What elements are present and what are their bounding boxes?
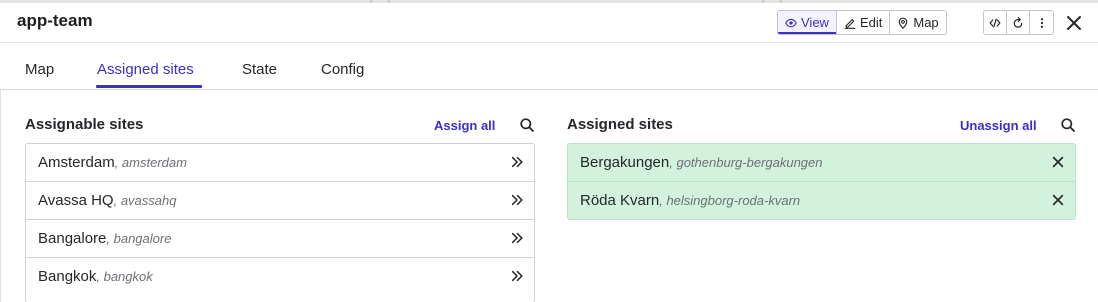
page-title: app-team xyxy=(17,11,93,30)
tab-assigned-sites[interactable]: Assigned sites xyxy=(97,61,194,78)
site-name: Bangkok xyxy=(38,268,97,285)
chevron-double-right-icon[interactable] xyxy=(510,231,524,245)
list-item[interactable]: Bangalore, bangalore xyxy=(26,220,534,258)
refresh-button[interactable] xyxy=(1007,11,1030,34)
site-slug: , avassahq xyxy=(113,193,177,208)
site-name: Avassa HQ xyxy=(38,192,114,209)
site-slug: , bangalore xyxy=(106,231,172,246)
list-item[interactable]: Avassa HQ, avassahq xyxy=(26,182,534,220)
toolbar-icon-group xyxy=(983,10,1054,35)
unassign-all-button[interactable]: Unassign all xyxy=(960,118,1037,133)
map-button[interactable]: Map xyxy=(890,11,946,34)
site-name: Bangalore xyxy=(38,230,107,247)
remove-icon[interactable] xyxy=(1051,193,1065,207)
assign-all-button[interactable]: Assign all xyxy=(434,118,495,133)
chevron-double-right-icon[interactable] xyxy=(510,193,524,207)
pencil-icon xyxy=(844,18,856,29)
assigned-sites-list: Bergakungen, gothenburg-bergakungen Röda… xyxy=(567,143,1076,220)
search-icon[interactable] xyxy=(1060,117,1076,133)
more-options-button[interactable] xyxy=(1030,11,1053,34)
map-button-label: Map xyxy=(913,15,939,30)
site-slug: , bangkok xyxy=(96,269,153,284)
more-vertical-icon xyxy=(1040,17,1043,28)
chevron-double-right-icon[interactable] xyxy=(510,269,524,283)
site-name: Amsterdam xyxy=(38,154,115,171)
assigned-sites-title: Assigned sites xyxy=(567,116,673,133)
edit-button[interactable]: Edit xyxy=(836,11,891,34)
tab-config[interactable]: Config xyxy=(321,61,364,78)
assignable-sites-list: Amsterdam, amsterdam Avassa HQ, avassahq… xyxy=(25,143,535,302)
list-item[interactable]: Amsterdam, amsterdam xyxy=(26,144,534,182)
tab-map[interactable]: Map xyxy=(25,61,54,78)
map-pin-icon xyxy=(899,17,908,29)
site-name: Bergakungen xyxy=(580,154,670,171)
list-item[interactable]: Bergakungen, gothenburg-bergakungen xyxy=(568,144,1075,182)
close-icon xyxy=(1067,16,1081,30)
list-item[interactable]: Röda Kvarn, helsingborg-roda-kvarn xyxy=(568,182,1075,219)
search-icon[interactable] xyxy=(519,117,535,133)
view-button[interactable]: View xyxy=(778,11,837,34)
site-name: Röda Kvarn xyxy=(580,192,660,209)
assignable-sites-title: Assignable sites xyxy=(25,116,144,133)
view-mode-switch: View Edit Map xyxy=(777,10,947,35)
view-button-label: View xyxy=(801,15,829,30)
close-button[interactable] xyxy=(1064,13,1084,33)
site-slug: , helsingborg-roda-kvarn xyxy=(659,193,801,208)
code-icon xyxy=(989,18,1001,27)
list-item[interactable]: Bangkok, bangkok xyxy=(26,258,534,296)
tab-state[interactable]: State xyxy=(242,61,277,78)
refresh-icon xyxy=(1013,16,1023,28)
site-slug: , gothenburg-bergakungen xyxy=(669,155,823,170)
tab-bar: Map Assigned sites State Config xyxy=(0,43,1098,90)
active-tab-indicator xyxy=(96,85,202,88)
header-bar: app-team View Edit Map xyxy=(0,3,1098,43)
chevron-double-right-icon[interactable] xyxy=(510,155,524,169)
remove-icon[interactable] xyxy=(1051,155,1065,169)
site-slug: , amsterdam xyxy=(114,155,187,170)
content-border xyxy=(0,90,1,302)
code-button[interactable] xyxy=(984,11,1007,34)
eye-icon xyxy=(785,18,797,27)
edit-button-label: Edit xyxy=(859,15,883,30)
